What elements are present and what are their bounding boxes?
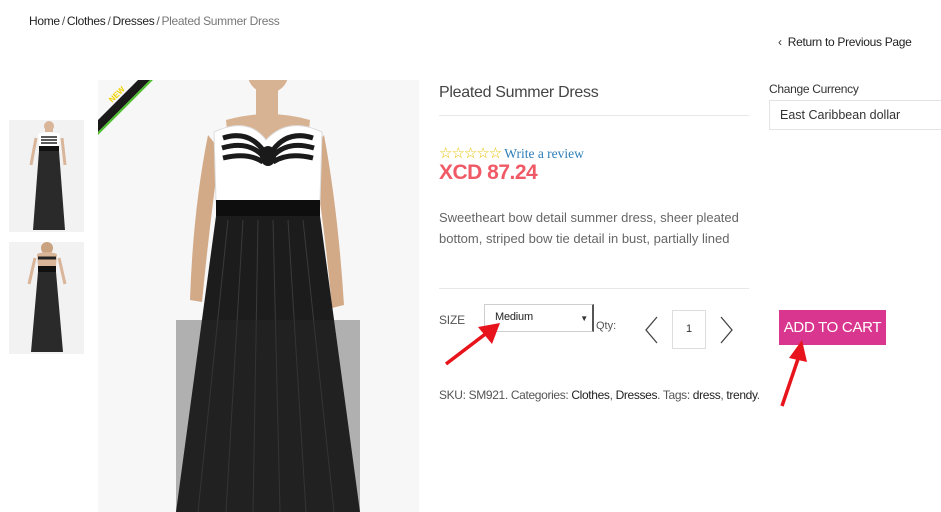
category-link-dresses[interactable]: Dresses [616, 388, 658, 402]
currency-select[interactable]: East Caribbean dollar [769, 100, 941, 130]
chevron-right-icon [720, 316, 733, 344]
breadcrumb-dresses[interactable]: Dresses [113, 14, 155, 28]
breadcrumb-separator: / [156, 14, 160, 28]
tag-link-trendy[interactable]: trendy [726, 388, 757, 402]
breadcrumb-separator: / [61, 14, 65, 28]
sku-label: SKU: [439, 388, 466, 402]
breadcrumb-current: Pleated Summer Dress [161, 14, 280, 28]
product-title: Pleated Summer Dress [439, 84, 599, 101]
product-description: Sweetheart bow detail summer dress, shee… [439, 210, 739, 246]
categories-label: Categories: [510, 388, 569, 402]
qty-input[interactable]: 1 [672, 310, 706, 349]
qty-increase-button[interactable] [716, 314, 736, 346]
product-thumbnail-front[interactable] [9, 120, 84, 232]
meta-end: . [756, 388, 760, 402]
return-to-previous-page-link[interactable]: ‹ Return to Previous Page [778, 35, 912, 49]
product-thumbnail-back[interactable] [9, 242, 84, 354]
write-review-link[interactable]: Write a review [504, 146, 584, 162]
sku-value: SM921. [468, 388, 509, 402]
dress-front-thumb-image [9, 120, 84, 232]
return-link-label: Return to Previous Page [787, 35, 912, 49]
product-rating: ☆☆☆☆☆ Write a review [439, 146, 584, 162]
chevron-left-icon: ‹ [778, 35, 782, 49]
change-currency-label: Change Currency [769, 82, 859, 96]
dress-back-thumb-image [9, 242, 84, 354]
tag-link-dress[interactable]: dress [693, 388, 721, 402]
breadcrumb-home[interactable]: Home [29, 14, 60, 28]
qty-decrease-button[interactable] [642, 314, 662, 346]
category-link-clothes[interactable]: Clothes [571, 388, 610, 402]
chevron-left-icon [645, 316, 658, 344]
size-select-value: Medium [495, 311, 533, 323]
divider [439, 115, 749, 116]
add-to-cart-button[interactable]: ADD TO CART [779, 310, 886, 345]
size-select[interactable]: Medium ▼ [484, 304, 594, 332]
size-label: SIZE [439, 313, 465, 327]
breadcrumb-separator: / [107, 14, 111, 28]
product-price: XCD 87.24 [439, 161, 538, 184]
category-separator: , [609, 388, 613, 402]
breadcrumb: Home / Clothes / Dresses / Pleated Summer Dres… [29, 14, 280, 28]
dress-model-image [98, 80, 419, 512]
annotation-arrow-icon [780, 340, 807, 407]
divider [439, 288, 749, 289]
caret-down-icon: ▼ [580, 314, 588, 323]
tag-separator: , [720, 388, 724, 402]
breadcrumb-clothes[interactable]: Clothes [67, 14, 106, 28]
new-badge: NEW [98, 80, 158, 140]
product-meta: SKU: SM921. Categories: Clothes, Dresses… [439, 388, 760, 402]
qty-label: Qty: [596, 320, 617, 332]
rating-stars-icon: ☆☆☆☆☆ [439, 145, 502, 162]
tags-label: . Tags: [657, 388, 690, 402]
product-main-image[interactable] [98, 80, 419, 512]
